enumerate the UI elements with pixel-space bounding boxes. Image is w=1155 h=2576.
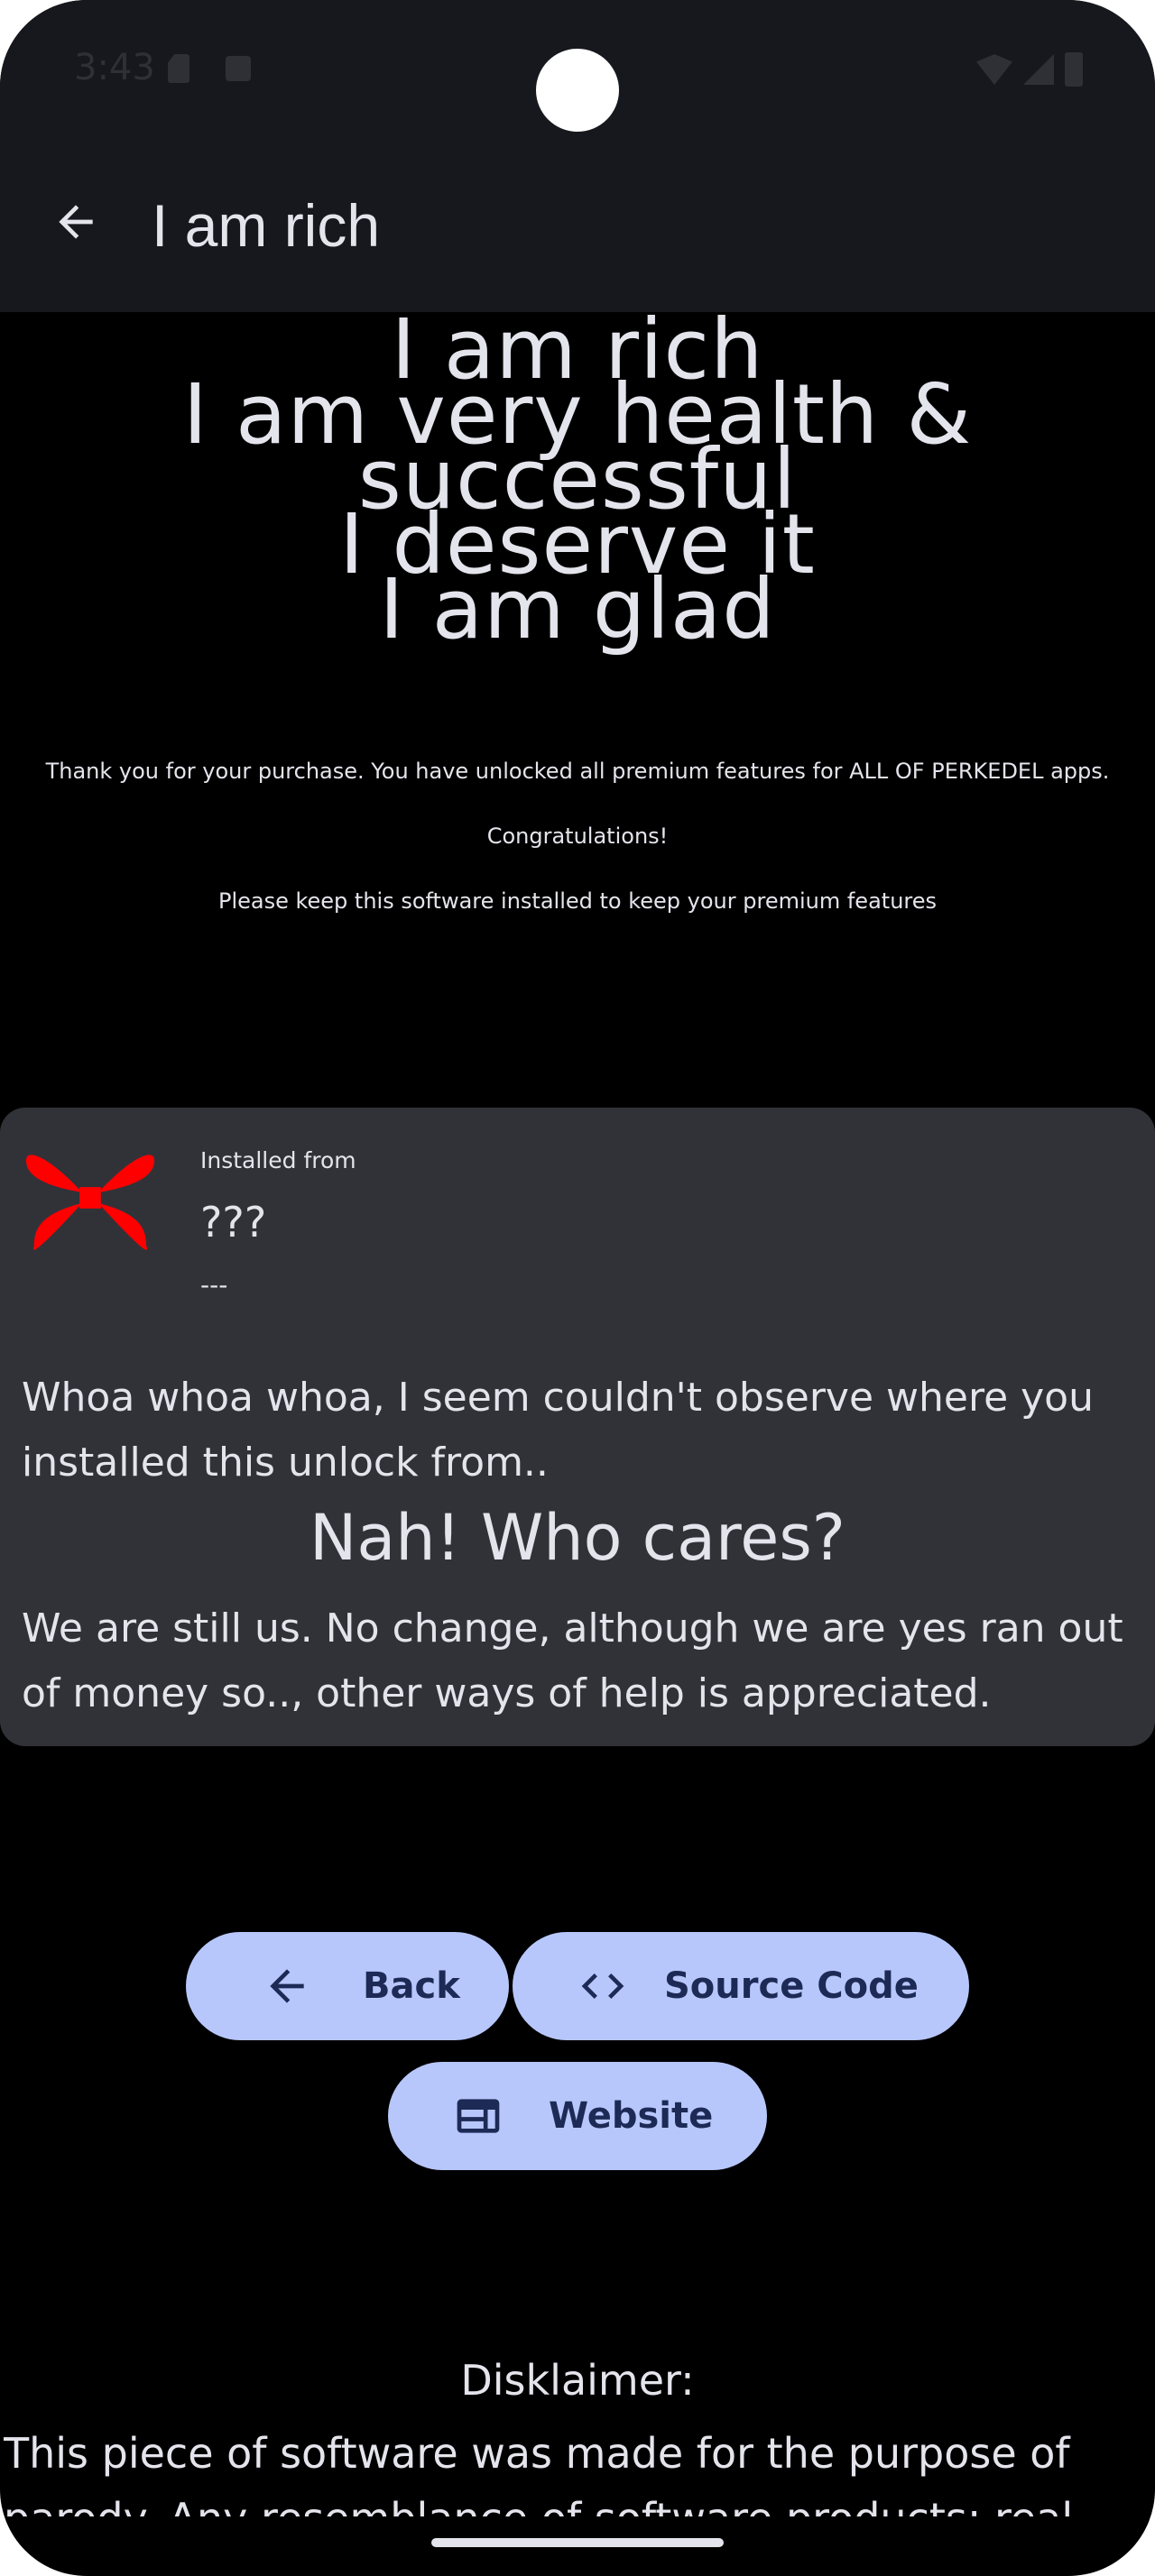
status-time: 3:43: [74, 47, 155, 88]
web-icon: [457, 2099, 500, 2133]
back-button[interactable]: Back: [186, 1932, 509, 2040]
red-four-petal-logo: [25, 1155, 155, 1250]
thanks-text: Thank you for your purchase. You have un…: [45, 759, 1110, 784]
installer-source: ???: [200, 1198, 267, 1247]
installer-heading: Nah! Who cares?: [310, 1501, 845, 1575]
app-bar: I am rich: [0, 135, 1155, 312]
status-bar: 3:43: [0, 0, 1155, 135]
a-icon: [226, 56, 251, 81]
installer-message: Whoa whoa whoa, I seem couldn't observe …: [22, 1375, 1094, 1486]
code-icon: [581, 1973, 624, 1999]
page-title: I am rich: [152, 192, 381, 259]
installer-card: Installed from ??? --- Whoa whoa whoa, I…: [0, 1108, 1155, 1746]
disclaimer-text: This piece of software was made for the …: [4, 2429, 1073, 2516]
congrats-text: Congratulations!: [486, 823, 669, 849]
headline-line: I am glad: [379, 561, 776, 658]
camera-cutout: [536, 49, 619, 132]
installer-note: We are still us. No change, although we …: [22, 1605, 1123, 1716]
source-code-button-label: Source Code: [664, 1965, 919, 2007]
source-code-button[interactable]: Source Code: [513, 1932, 969, 2040]
installer-subtext: ---: [200, 1270, 228, 1300]
purchase-notes: Thank you for your purchase. You have un…: [0, 756, 1155, 951]
headline: I am rich I am very health & successful …: [0, 308, 1155, 658]
signal-icon: [1023, 54, 1054, 85]
home-indicator[interactable]: [431, 2538, 724, 2547]
arrow-left-icon: [270, 1969, 304, 2003]
sd-card-icon: [168, 54, 189, 83]
status-icons: [976, 52, 1083, 87]
keep-installed-text: Please keep this software installed to k…: [217, 888, 938, 914]
website-button[interactable]: Website: [388, 2062, 767, 2170]
website-button-label: Website: [549, 2095, 714, 2137]
disclaimer-title: Disklaimer:: [460, 2356, 695, 2405]
battery-icon: [1065, 52, 1083, 87]
installed-from-label: Installed from: [200, 1147, 356, 1173]
device-screen: 3:43 I am rich I am rich I am very healt…: [0, 0, 1155, 2576]
arrow-left-icon[interactable]: [51, 197, 101, 247]
back-button-label: Back: [363, 1965, 460, 2007]
wifi-icon: [976, 54, 1012, 85]
